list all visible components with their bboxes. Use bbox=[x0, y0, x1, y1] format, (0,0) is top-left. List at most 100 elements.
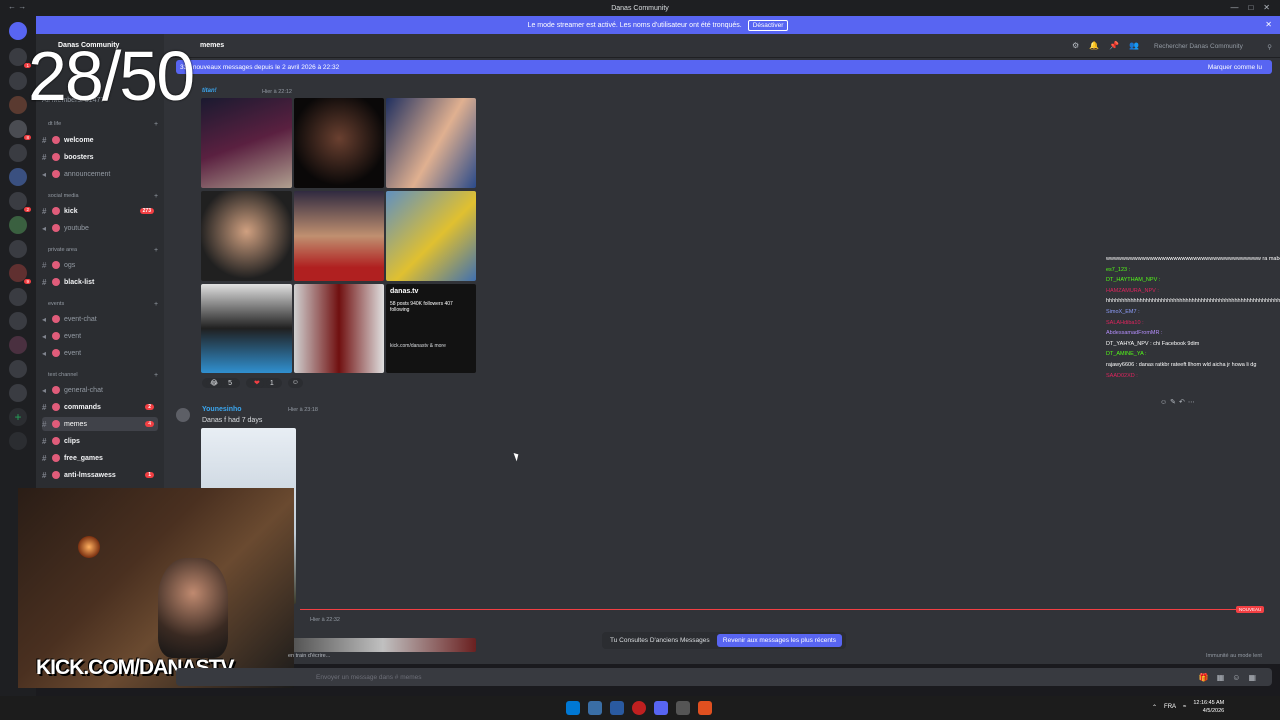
channel-item[interactable]: ◂ event bbox=[42, 329, 158, 343]
close-banner-icon[interactable]: ✕ bbox=[1265, 20, 1272, 29]
disable-streamer-button[interactable]: Désactiver bbox=[747, 19, 789, 31]
message-author[interactable]: Younesinho bbox=[202, 406, 242, 413]
close-window-icon[interactable]: ✕ bbox=[1263, 3, 1270, 12]
explorer-icon[interactable] bbox=[588, 701, 602, 715]
add-channel-icon[interactable]: + bbox=[154, 247, 158, 254]
channel-item[interactable]: # anti-lmssawess 1 bbox=[42, 468, 158, 482]
language-indicator[interactable]: FRA bbox=[1164, 704, 1176, 710]
home-server-icon[interactable] bbox=[9, 22, 27, 40]
new-messages-bar[interactable]: 33+ nouveaux messages depuis le 2 avril … bbox=[176, 60, 1272, 74]
channel-emoji-icon bbox=[52, 454, 60, 462]
meme-image[interactable] bbox=[294, 191, 384, 281]
meme-image[interactable] bbox=[201, 98, 292, 188]
add-channel-icon[interactable]: + bbox=[154, 121, 158, 128]
jump-to-present-button[interactable]: Revenir aux messages les plus récents bbox=[716, 634, 842, 647]
meme-image[interactable] bbox=[201, 191, 292, 281]
add-server-icon[interactable]: + bbox=[9, 408, 27, 426]
channel-emoji-icon bbox=[52, 261, 60, 269]
chat-line: SimoX_EM7 : bbox=[1106, 308, 1140, 315]
recorder-icon[interactable] bbox=[632, 701, 646, 715]
wifi-icon[interactable]: ≈ bbox=[1183, 704, 1186, 710]
server-icon[interactable]: 2 bbox=[9, 192, 31, 212]
server-icon[interactable] bbox=[9, 336, 27, 354]
server-icon[interactable] bbox=[9, 72, 27, 90]
channel-item[interactable]: # clips bbox=[42, 434, 158, 448]
members-icon[interactable]: 👥 bbox=[1129, 41, 1139, 50]
server-icon[interactable] bbox=[9, 288, 27, 306]
channel-item[interactable]: ◂ event-chat bbox=[42, 312, 158, 326]
channel-item[interactable]: # free_games bbox=[42, 451, 158, 465]
channel-item[interactable]: # commands 2 bbox=[42, 400, 158, 414]
message-author[interactable]: titan! bbox=[202, 88, 217, 94]
system-tray: ⌃ FRA ≈ 12:16:45 AM 4/5/2026 bbox=[1152, 699, 1224, 715]
server-icon[interactable] bbox=[9, 312, 27, 330]
back-icon[interactable]: ← → bbox=[8, 2, 26, 11]
server-icon[interactable] bbox=[9, 144, 27, 162]
add-channel-icon[interactable]: + bbox=[154, 372, 158, 379]
add-reaction-icon[interactable]: ☺ bbox=[287, 378, 303, 388]
settings-icon[interactable] bbox=[676, 701, 690, 715]
reaction-laugh[interactable]: 😂 5 bbox=[202, 378, 241, 388]
channel-item[interactable]: # kick 273 bbox=[42, 204, 158, 218]
avatar[interactable] bbox=[176, 408, 190, 422]
server-icon[interactable]: 9 bbox=[9, 264, 31, 284]
channel-item[interactable]: # boosters bbox=[42, 150, 158, 164]
server-icon[interactable] bbox=[9, 240, 27, 258]
chat-line: DT_AMINE_YA : bbox=[1106, 351, 1147, 358]
channel-item[interactable]: # memes 4 bbox=[42, 417, 158, 431]
profile-screenshot[interactable]: danas.tv 58 posts 940K followers 407 fol… bbox=[386, 284, 476, 373]
channel-item[interactable]: ◂ event bbox=[42, 346, 158, 360]
meme-image[interactable] bbox=[201, 284, 292, 373]
reaction-heart[interactable]: ❤ 1 bbox=[246, 378, 282, 388]
channel-category[interactable]: events + bbox=[48, 301, 158, 308]
channel-item[interactable]: # black-list bbox=[42, 275, 158, 289]
meme-image[interactable] bbox=[294, 98, 384, 188]
server-icon[interactable] bbox=[9, 360, 27, 378]
explore-icon[interactable] bbox=[9, 432, 27, 450]
channel-category[interactable]: DT LIFE + bbox=[48, 121, 158, 128]
server-icon[interactable]: 1 bbox=[9, 48, 31, 68]
add-channel-icon[interactable]: + bbox=[154, 193, 158, 200]
browser-icon[interactable] bbox=[698, 701, 712, 715]
message-input[interactable]: Envoyer un message dans # memes 🎁▦☺▦ bbox=[176, 668, 1272, 686]
channel-item[interactable]: ◂ youtube bbox=[42, 221, 158, 235]
channel-item[interactable]: ◂ general-chat bbox=[42, 383, 158, 397]
meme-image[interactable] bbox=[294, 284, 384, 373]
channel-item[interactable]: ◂ announcement bbox=[42, 167, 158, 181]
channel-label: event-chat bbox=[64, 315, 97, 323]
chat-line: DT_YAHYA_NPV : chi Facebook 9dim bbox=[1106, 340, 1200, 347]
clock-date: 4/5/2026 bbox=[1202, 708, 1225, 714]
composer-tools-icon[interactable]: 🎁▦☺▦ bbox=[1199, 673, 1264, 682]
start-icon[interactable] bbox=[566, 701, 580, 715]
minimize-icon[interactable]: — bbox=[1230, 3, 1238, 12]
store-icon[interactable] bbox=[610, 701, 624, 715]
threads-icon[interactable]: ⚙ bbox=[1072, 41, 1079, 50]
server-icon[interactable]: 8 bbox=[9, 120, 31, 140]
channel-category[interactable]: Text channel + bbox=[48, 372, 158, 379]
typing-indicator: en train d'écrire... bbox=[288, 653, 331, 659]
search-input[interactable]: Rechercher Danas Community ⚲ bbox=[1150, 40, 1276, 53]
server-icon[interactable] bbox=[9, 216, 27, 234]
message-timestamp: Hier à 22:12 bbox=[262, 89, 292, 95]
stream-chat-overlay: wwwwwwwwwwwwwwwwwwwwwwwwwwwwwwwwwwwwwww … bbox=[1106, 254, 1280, 381]
notification-bell-icon[interactable]: 🔔 bbox=[1089, 41, 1099, 50]
channel-item[interactable]: # welcome bbox=[42, 133, 158, 147]
server-icon[interactable] bbox=[9, 168, 27, 186]
message-actions-icon[interactable]: ☺✎↶⋯ bbox=[1160, 398, 1198, 406]
add-channel-icon[interactable]: + bbox=[154, 301, 158, 308]
meme-image[interactable] bbox=[386, 98, 476, 188]
server-icon[interactable] bbox=[9, 384, 27, 402]
maximize-icon[interactable]: □ bbox=[1248, 3, 1253, 12]
tray-chevron-icon[interactable]: ⌃ bbox=[1152, 704, 1157, 711]
server-icon[interactable] bbox=[9, 96, 27, 114]
mark-as-read-button[interactable]: Marquer comme lu bbox=[1208, 64, 1262, 71]
message-image[interactable] bbox=[290, 638, 476, 652]
clock[interactable]: 12:16:45 AM 4/5/2026 bbox=[1193, 699, 1224, 715]
channel-category[interactable]: Private Area + bbox=[48, 247, 158, 254]
meme-image[interactable] bbox=[386, 191, 476, 281]
reaction-count: 5 bbox=[224, 379, 237, 388]
channel-category[interactable]: social media + bbox=[48, 193, 158, 200]
discord-icon[interactable] bbox=[654, 701, 668, 715]
pin-icon[interactable]: 📌 bbox=[1109, 41, 1119, 50]
channel-item[interactable]: # ogs bbox=[42, 258, 158, 272]
